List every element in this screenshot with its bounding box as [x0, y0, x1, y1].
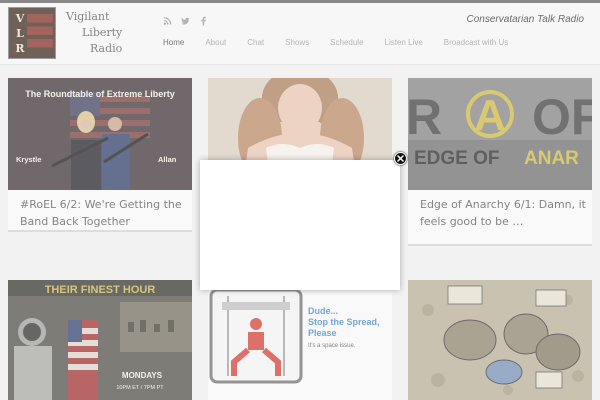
close-icon[interactable] [394, 152, 407, 165]
popup-modal[interactable] [200, 160, 400, 290]
